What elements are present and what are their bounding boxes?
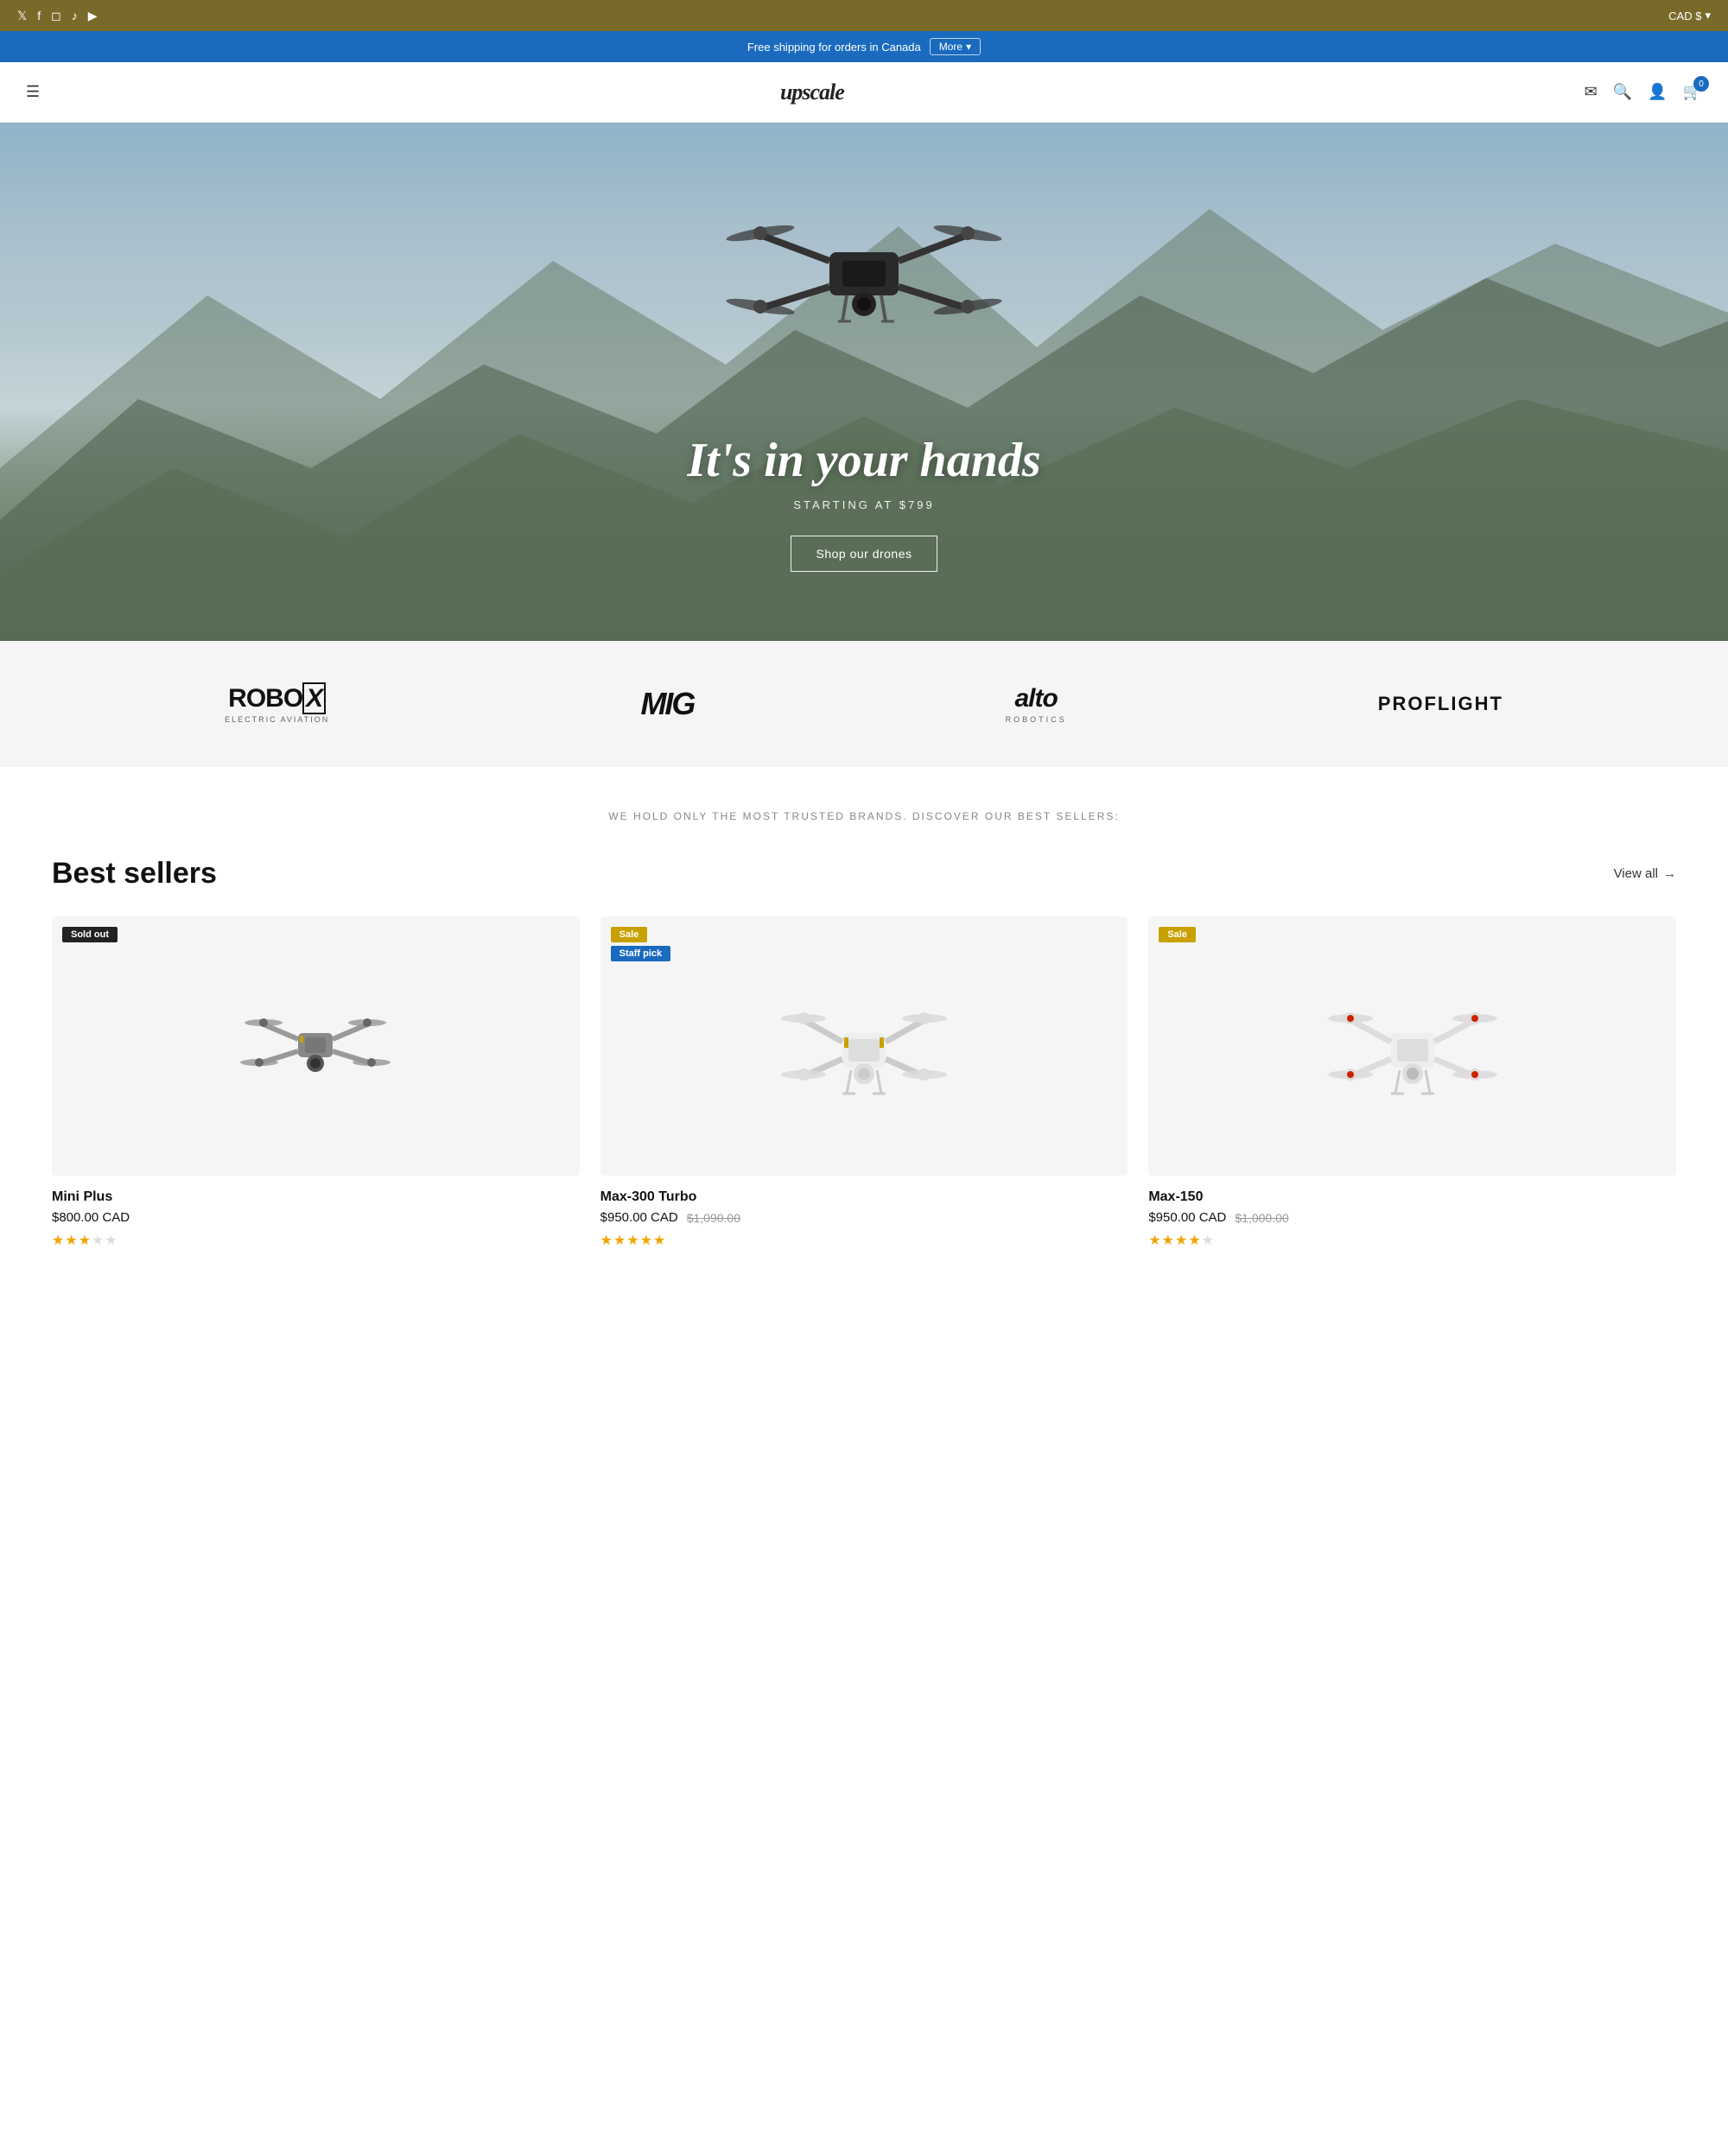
view-all-link[interactable]: View all → (1614, 866, 1676, 881)
brand-proflight[interactable]: PROFLIGHT (1378, 693, 1503, 715)
product-image (778, 977, 950, 1115)
brand-robox-name: ROBOX (228, 684, 326, 713)
header: ☰ upscale ✉ 🔍 👤 🛒 0 (0, 62, 1728, 123)
search-icon[interactable]: 🔍 (1613, 83, 1632, 101)
header-left: ☰ (26, 83, 40, 101)
hero-title: It's in your hands (687, 433, 1040, 488)
section-header: Best sellers View all → (52, 857, 1676, 891)
hero-subtitle: STARTING AT $799 (687, 498, 1040, 511)
twitter-icon[interactable]: 𝕏 (17, 9, 27, 23)
announcement-bar: Free shipping for orders in Canada More … (0, 31, 1728, 62)
facebook-icon[interactable]: f (37, 9, 41, 22)
product-price: $800.00 CAD (52, 1210, 580, 1225)
product-name: Max-300 Turbo (600, 1189, 1128, 1205)
product-name: Max-150 (1148, 1189, 1676, 1205)
tagline: WE HOLD ONLY THE MOST TRUSTED BRANDS. DI… (0, 767, 1728, 840)
arrow-right-icon: → (1663, 866, 1676, 881)
tiktok-icon[interactable]: ♪ (72, 9, 78, 22)
vimeo-icon[interactable]: ▶ (88, 9, 98, 23)
product-card[interactable]: Sold out (52, 916, 580, 1249)
cart-icon[interactable]: 🛒 0 (1683, 83, 1702, 101)
hero-drone-image (708, 174, 1020, 365)
announcement-text: Free shipping for orders in Canada (747, 41, 921, 54)
sale-badge: Sale (1159, 927, 1196, 942)
currency-selector[interactable]: CAD $ ▾ (1668, 9, 1711, 22)
cart-badge: 0 (1693, 76, 1709, 92)
staff-pick-badge: Staff pick (611, 946, 671, 961)
product-image-wrap: Sale (1148, 916, 1676, 1176)
email-icon[interactable]: ✉ (1585, 83, 1598, 101)
product-image (1326, 977, 1499, 1115)
hero-section: It's in your hands STARTING AT $799 Shop… (0, 123, 1728, 641)
best-sellers-section: Best sellers View all → Sold out (0, 840, 1728, 1301)
product-price: $950.00 CAD $1,000.00 (1148, 1210, 1676, 1225)
menu-icon[interactable]: ☰ (26, 83, 40, 101)
hero-content: It's in your hands STARTING AT $799 Shop… (687, 433, 1040, 572)
product-image-wrap: Sold out (52, 916, 580, 1176)
shop-drones-button[interactable]: Shop our drones (791, 536, 937, 572)
product-rating: ★ ★ ★ ★ ★ (52, 1232, 580, 1249)
sold-out-badge: Sold out (62, 927, 118, 942)
product-rating: ★ ★ ★ ★ ★ (1148, 1232, 1676, 1249)
brand-robox-sub: ELECTRIC AVIATION (225, 715, 329, 724)
brand-alto[interactable]: alto ROBOTICS (1006, 684, 1067, 724)
product-name: Mini Plus (52, 1189, 580, 1205)
brand-alto-sub: ROBOTICS (1006, 715, 1067, 724)
social-links: 𝕏 f ◻ ♪ ▶ (17, 9, 98, 23)
section-title: Best sellers (52, 857, 217, 891)
brands-section: ROBOX ELECTRIC AVIATION MIG alto ROBOTIC… (0, 641, 1728, 767)
sale-badge: Sale (611, 927, 648, 942)
product-image-wrap: Sale Staff pick (600, 916, 1128, 1176)
products-grid: Sold out (52, 916, 1676, 1249)
header-right: ✉ 🔍 👤 🛒 0 (1585, 83, 1702, 101)
more-button[interactable]: More ▾ (930, 38, 981, 55)
product-card[interactable]: Sale (1148, 916, 1676, 1249)
brand-robox[interactable]: ROBOX ELECTRIC AVIATION (225, 684, 329, 724)
product-card[interactable]: Sale Staff pick (600, 916, 1128, 1249)
account-icon[interactable]: 👤 (1648, 83, 1667, 101)
brand-proflight-name: PROFLIGHT (1378, 693, 1503, 715)
product-rating: ★ ★ ★ ★ ★ (600, 1232, 1128, 1249)
product-image (229, 977, 402, 1115)
logo[interactable]: upscale (780, 79, 844, 105)
product-price: $950.00 CAD $1,090.00 (600, 1210, 1128, 1225)
instagram-icon[interactable]: ◻ (51, 9, 61, 23)
top-bar: 𝕏 f ◻ ♪ ▶ CAD $ ▾ (0, 0, 1728, 31)
brand-alto-name: alto (1014, 684, 1057, 713)
brand-mig[interactable]: MIG (640, 686, 694, 722)
brand-mig-name: MIG (640, 686, 694, 722)
chevron-down-icon: ▾ (966, 41, 971, 53)
chevron-down-icon: ▾ (1705, 9, 1711, 22)
